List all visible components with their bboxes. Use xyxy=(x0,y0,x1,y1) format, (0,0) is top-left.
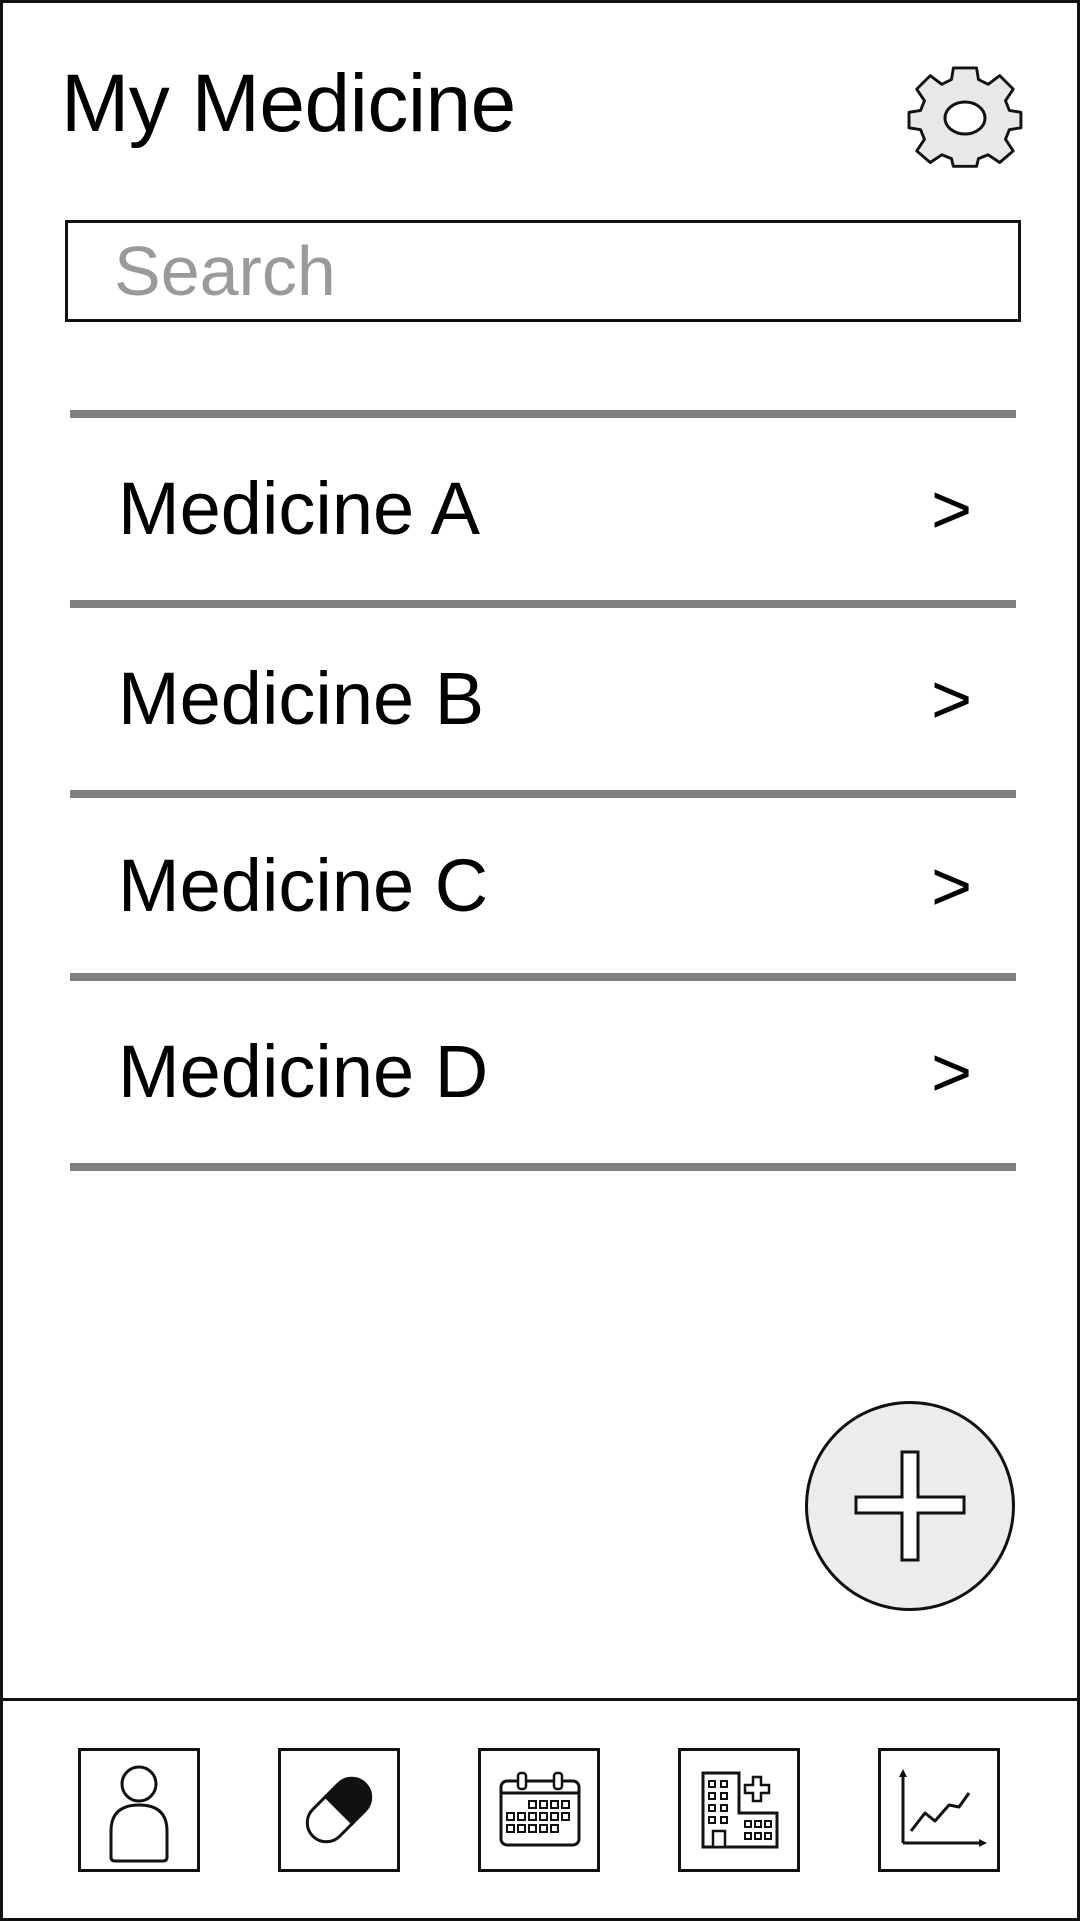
list-divider xyxy=(70,790,1016,798)
plus-icon xyxy=(854,1450,966,1562)
medicine-name: Medicine C xyxy=(118,843,489,927)
bottom-nav-separator xyxy=(0,1698,1080,1701)
medicine-name: Medicine B xyxy=(118,657,485,740)
chevron-right-icon: > xyxy=(931,1033,972,1111)
hospital-icon xyxy=(701,1771,779,1849)
list-divider xyxy=(70,410,1016,418)
chevron-right-icon: > xyxy=(931,846,972,925)
search-input[interactable] xyxy=(114,231,1018,311)
list-divider xyxy=(70,600,1016,608)
add-medicine-button[interactable] xyxy=(805,1401,1015,1611)
nav-profile-button[interactable] xyxy=(78,1748,200,1872)
nav-hospital-button[interactable] xyxy=(678,1748,800,1872)
nav-calendar-button[interactable] xyxy=(478,1748,600,1872)
person-icon xyxy=(109,1765,169,1863)
medicine-row-d[interactable]: Medicine D > xyxy=(70,981,1016,1163)
chart-icon xyxy=(899,1769,987,1847)
list-divider xyxy=(70,1163,1016,1171)
medicine-row-a[interactable]: Medicine A > xyxy=(70,418,1016,600)
medicine-name: Medicine A xyxy=(118,467,480,550)
chevron-right-icon: > xyxy=(931,660,972,738)
gear-icon xyxy=(907,66,1023,168)
calendar-icon xyxy=(499,1771,581,1847)
medicine-name: Medicine D xyxy=(118,1030,489,1113)
page-title: My Medicine xyxy=(61,58,516,149)
medicine-row-c[interactable]: Medicine C > xyxy=(70,798,1016,973)
list-divider xyxy=(70,973,1016,981)
medicine-row-b[interactable]: Medicine B > xyxy=(70,608,1016,790)
app-screen: My Medicine Medicine A > Medicine B > Me… xyxy=(0,0,1080,1921)
search-field[interactable] xyxy=(65,220,1021,322)
settings-gear-icon[interactable] xyxy=(907,65,1023,169)
pill-icon xyxy=(305,1776,373,1844)
nav-medicine-button[interactable] xyxy=(278,1748,400,1872)
nav-stats-button[interactable] xyxy=(878,1748,1000,1872)
chevron-right-icon: > xyxy=(931,470,972,548)
